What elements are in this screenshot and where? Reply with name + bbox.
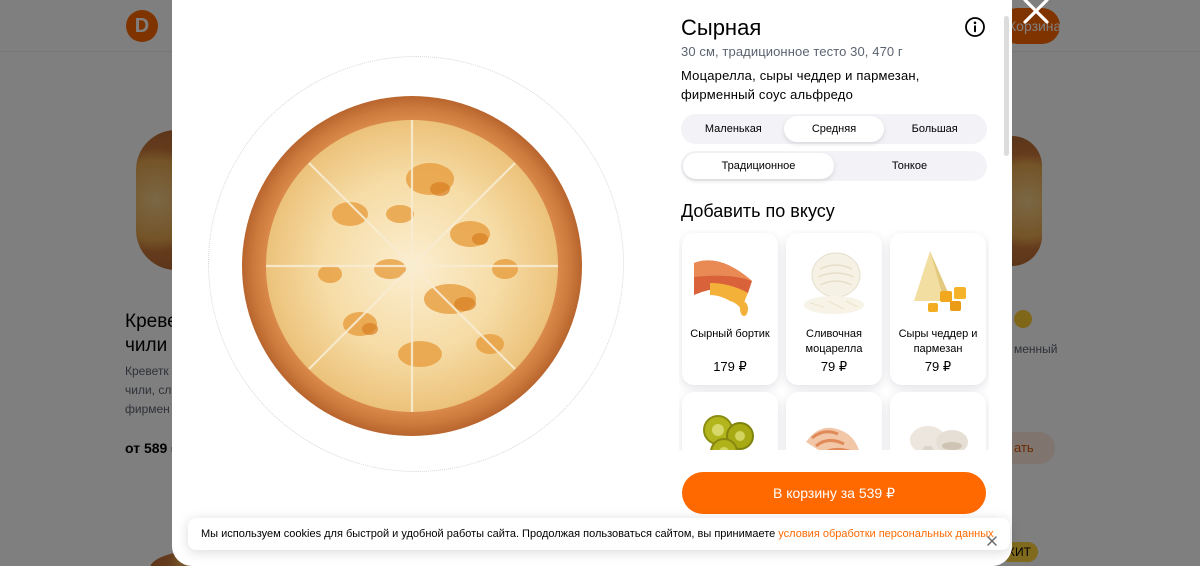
add-to-cart-button[interactable]: В корзину за 539 ₽	[682, 472, 986, 514]
topping-card[interactable]	[682, 392, 778, 450]
topping-card[interactable]: Сырный бортик 179 ₽	[682, 233, 778, 385]
jalapeno-icon	[703, 415, 754, 450]
topping-name: Сыры чеддер и пармезан	[898, 328, 978, 355]
topping-card[interactable]	[890, 392, 986, 450]
close-icon[interactable]	[1018, 0, 1054, 26]
size-option-small[interactable]: Маленькая	[683, 116, 784, 142]
toppings-title: Добавить по вкусу	[681, 201, 835, 221]
topping-price: 79 ₽	[820, 359, 848, 374]
dough-option-thin[interactable]: Тонкое	[834, 153, 985, 179]
topping-price: 179 ₽	[713, 359, 747, 374]
topping-card[interactable]	[786, 392, 882, 450]
cheddar-parmesan-icon	[914, 251, 966, 312]
chicken-icon	[806, 427, 859, 450]
topping-card[interactable]: Сыры чеддер и пармезан 79 ₽	[890, 233, 986, 385]
dough-selector: Традиционное Тонкое	[681, 151, 987, 181]
mozzarella-icon	[804, 252, 864, 314]
dough-option-traditional[interactable]: Традиционное	[683, 153, 834, 179]
toppings-grid: Сырный бортик 179 ₽ Сливочная моцарелла …	[679, 230, 989, 450]
topping-card[interactable]: Сливочная моцарелла 79 ₽	[786, 233, 882, 385]
size-option-large[interactable]: Большая	[884, 116, 985, 142]
product-title: Сырная	[681, 15, 762, 40]
topping-price: 79 ₽	[924, 359, 952, 374]
cookie-policy-link[interactable]: условия обработки персональных данных	[778, 528, 993, 540]
info-icon[interactable]	[964, 16, 986, 38]
pizza-image	[242, 96, 582, 436]
close-icon[interactable]	[986, 528, 998, 546]
cookie-banner: Мы используем cookies для быстрой и удоб…	[188, 518, 1010, 550]
cookie-text: Мы используем cookies для быстрой и удоб…	[201, 528, 779, 540]
pizza-image-area	[172, 0, 664, 566]
size-option-medium[interactable]: Средняя	[783, 116, 885, 142]
topping-name: Сливочная моцарелла	[805, 328, 863, 355]
cheese-crust-icon	[694, 260, 752, 316]
size-selector: Маленькая Средняя Большая	[681, 114, 987, 144]
scrollbar[interactable]	[1004, 16, 1009, 156]
topping-name: Сырный бортик	[690, 328, 770, 340]
product-meta: 30 см, традиционное тесто 30, 470 г	[681, 44, 903, 59]
product-ingredients: Моцарелла, сыры чеддер и пармезан, фирме…	[681, 68, 920, 102]
mushroom-icon	[910, 426, 968, 450]
